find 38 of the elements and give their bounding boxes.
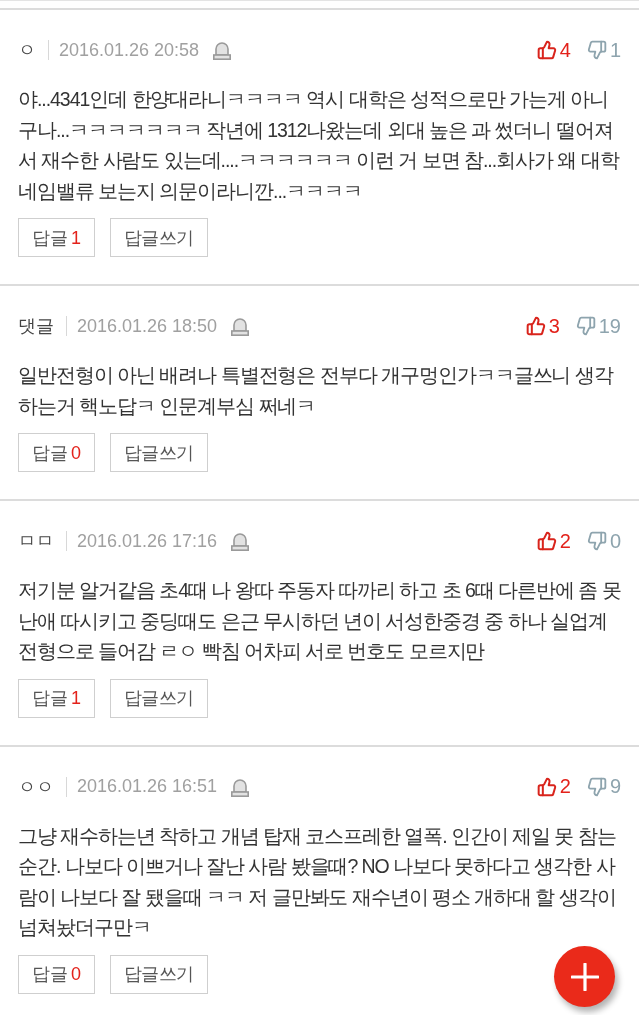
comment-date: 2016.01.26 16:51 [77,776,218,797]
comment-date: 2016.01.26 20:58 [59,39,200,61]
comment-text: 저기분 알거같음 초4때 나 왕따 주동자 따까리 하고 초 6때 다른반에 좀 못난애 따시키고 중딩때도 은근 무시하던 년이 서성한중경 중 하나 실업계 전형으로 들어감 ㄹㅇ 빡침 어차피 서로 번호도 모르지만 [18,578,621,664]
like-button[interactable]: 2 [536,529,571,553]
thumbs-up-icon [536,531,557,551]
thumbs-down-icon [586,531,607,551]
plus-icon [570,962,599,991]
comment-date: 2016.01.26 18:50 [77,315,218,337]
author-name: ㅁㅁ [18,530,54,553]
bell-icon [231,316,250,336]
bell-icon [213,40,232,60]
like-button[interactable]: 2 [536,775,571,798]
thumbs-up-icon [536,776,557,797]
write-reply-button[interactable]: 답글쓰기 [109,218,208,257]
thumbs-down-icon [586,776,607,797]
add-button[interactable] [554,946,615,1007]
write-reply-button[interactable]: 답글쓰기 [109,433,208,472]
replies-button[interactable]: 답글 1 [18,678,95,718]
comment-text: 그냥 재수하는년 착하고 개념 탑재 코스프레한 열폭. 인간이 제일 못 참는 순간. 나보다 이쁘거나 잘난 사람 봤을때? NO 나보다 못하다고 생각한 사람이 나보다 잘 됐을때 ㅋㅋ 저 글만봐도 재수년이 평소 개하대 할 생각이 넘쳐놨더구만ㅋ [18,823,617,940]
bell-icon [231,776,250,797]
like-button[interactable]: 3 [525,314,560,338]
replies-button[interactable]: 답글 0 [18,433,95,472]
like-button[interactable]: 4 [536,38,571,62]
comment-date: 2016.01.26 17:16 [77,530,218,552]
thumbs-down-icon [586,40,607,60]
write-reply-button[interactable]: 답글쓰기 [109,954,208,994]
replies-button[interactable]: 답글 0 [18,954,95,994]
thumbs-up-icon [536,40,557,60]
write-reply-button[interactable]: 답글쓰기 [109,678,208,718]
replies-button[interactable]: 답글 1 [18,218,95,257]
comment-text: 일반전형이 아닌 배려나 특별전형은 전부다 개구멍인가ㅋㅋ글쓰니 생각하는거 핵노답ㅋ 인문계부심 쩌네ㅋ [18,363,615,419]
thumbs-down-icon [575,316,596,336]
author-name: 댓글 [18,315,54,338]
thumbs-up-icon [525,316,546,336]
bell-icon [231,531,250,551]
author-name: ㅇㅇ [18,775,54,799]
author-name: ㅇ [18,39,36,62]
comment-text: 야...4341인데 한양대라니ㅋㅋㅋㅋ 역시 대학은 성적으로만 가는게 아니구나...ㅋㅋㅋㅋㅋㅋㅋ 작년에 1312나왔는데 외대 높은 과 썼더니 떨어져서 재수한 사람도 있는데....ㅋㅋㅋㅋㅋㅋ 이런 거 보면 참...회사가 왜 대학 네임밸류 보는지 의문이라니깐...ㅋㅋㅋㅋ [18,87,620,204]
